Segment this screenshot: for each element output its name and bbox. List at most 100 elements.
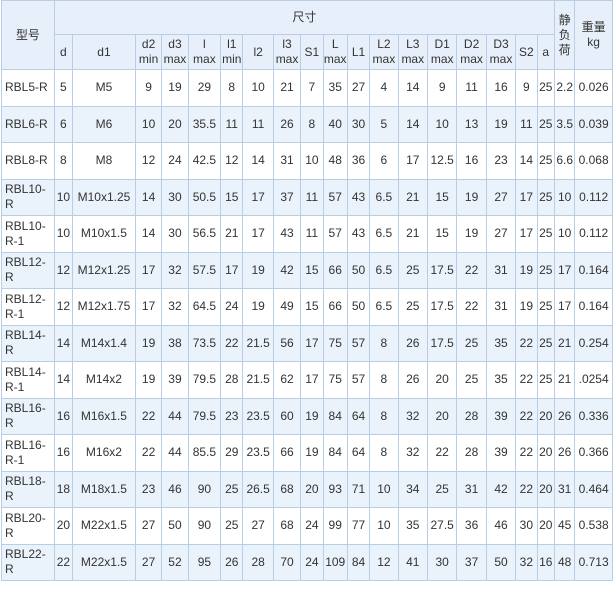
model-cell: RBL20-R bbox=[1, 507, 55, 545]
column-header-symbol: D2 bbox=[463, 37, 480, 51]
table-cell: 22 bbox=[515, 361, 538, 399]
table-cell: 8 bbox=[53, 142, 74, 180]
table-cell: 0.164 bbox=[574, 251, 613, 289]
model-cell: RBL14-R bbox=[1, 324, 55, 362]
table-cell: 22 bbox=[134, 397, 163, 435]
table-cell: 22 bbox=[456, 288, 487, 326]
column-header: L3 max bbox=[397, 34, 428, 70]
table-cell: 10 bbox=[554, 215, 576, 253]
column-header-qualifier: max bbox=[401, 52, 425, 66]
table-cell: 5 bbox=[369, 105, 399, 143]
weight-header-unit: kg bbox=[587, 35, 600, 49]
table-row: RBL16-R 16 M16x1.5 22 44 79.5 23 23.5 60 19 84 64 8 3… bbox=[1, 397, 613, 435]
table-cell: 21.5 bbox=[242, 324, 274, 362]
table-cell: 46 bbox=[161, 470, 189, 508]
table-cell: 57 bbox=[346, 361, 371, 399]
table-cell: 11 bbox=[456, 69, 487, 107]
weight-header: 重量 kg bbox=[574, 0, 613, 70]
table-header: 型号 尺寸 静 负 荷 重量 kg d d1 d2 min d3 max l max l1 min… bbox=[1, 0, 613, 70]
table-cell: 50 bbox=[161, 507, 189, 545]
table-cell: 2.2 bbox=[554, 69, 576, 107]
static-load-header-line: 负 bbox=[558, 27, 571, 42]
column-header: S1 bbox=[300, 34, 324, 70]
table-cell: M16x1.5 bbox=[72, 397, 136, 435]
table-cell: 68 bbox=[272, 470, 302, 508]
table-cell: 22 bbox=[134, 434, 163, 472]
table-cell: 6.5 bbox=[369, 288, 399, 326]
table-cell: 14 bbox=[515, 142, 538, 180]
table-cell: 5 bbox=[53, 69, 74, 107]
table-cell: 21 bbox=[397, 178, 428, 216]
table-cell: 21 bbox=[554, 361, 576, 399]
table-cell: 20 bbox=[536, 470, 556, 508]
table-cell: 21.5 bbox=[242, 361, 274, 399]
table-cell: 25 bbox=[397, 288, 428, 326]
table-cell: 25 bbox=[536, 215, 556, 253]
table-cell: 15 bbox=[300, 251, 324, 289]
table-cell: 25 bbox=[220, 470, 244, 508]
table-cell: 38 bbox=[161, 324, 189, 362]
table-cell: 35 bbox=[322, 69, 348, 107]
table-cell: 11 bbox=[300, 178, 324, 216]
table-cell: 25 bbox=[536, 105, 556, 143]
table-cell: 32 bbox=[161, 288, 189, 326]
header-row-2: d d1 d2 min d3 max l max l1 min l2 l3 max S1 Lmax L1 L2 m… bbox=[2, 34, 613, 70]
table-cell: 85.5 bbox=[187, 434, 222, 472]
table-cell: 64.5 bbox=[187, 288, 222, 326]
table-cell: 21 bbox=[397, 215, 428, 253]
table-cell: 27 bbox=[134, 507, 163, 545]
table-cell: 39 bbox=[161, 361, 189, 399]
table-cell: 30 bbox=[161, 178, 189, 216]
table-row: RBL16-R-1 16 M16x2 22 44 85.5 29 23.5 66 19 84 64 8 3… bbox=[1, 434, 613, 472]
weight-header-label: 重量 bbox=[581, 20, 606, 34]
table-cell: 10 bbox=[134, 105, 163, 143]
model-cell: RBL10-R-1 bbox=[1, 215, 55, 253]
table-cell: .0254 bbox=[574, 361, 613, 399]
table-cell: 17 bbox=[300, 361, 324, 399]
table-cell: 50 bbox=[346, 251, 371, 289]
table-cell: 23 bbox=[485, 142, 517, 180]
column-header-symbol: l2 bbox=[253, 44, 263, 59]
table-cell: 37 bbox=[272, 178, 302, 216]
table-row: RBL8-R 8 M8 12 24 42.5 12 14 31 10 48 36 6 17 12.5 16 23… bbox=[1, 142, 613, 180]
table-cell: 17.5 bbox=[426, 251, 458, 289]
table-cell: 43 bbox=[346, 215, 371, 253]
table-cell: 17 bbox=[397, 142, 428, 180]
model-cell: RBL16-R-1 bbox=[1, 434, 55, 472]
table-cell: 16 bbox=[536, 543, 556, 581]
table-cell: 19 bbox=[456, 178, 487, 216]
column-header-symbol: d2 bbox=[141, 37, 156, 51]
table-cell: 31 bbox=[554, 470, 576, 508]
table-row: RBL12-R-1 12 M12x1.75 17 32 64.5 24 19 49 15 66 50 6… bbox=[1, 288, 613, 326]
model-cell: RBL12-R bbox=[1, 251, 55, 289]
table-cell: 35.5 bbox=[187, 105, 222, 143]
column-header: d3 max bbox=[161, 34, 189, 70]
table-cell: 13 bbox=[456, 105, 487, 143]
table-cell: 20 bbox=[426, 361, 458, 399]
table-cell: 60 bbox=[272, 397, 302, 435]
table-cell: 11 bbox=[300, 215, 324, 253]
table-cell: 50 bbox=[485, 543, 517, 581]
table-cell: 6.5 bbox=[369, 178, 399, 216]
column-header: D2 max bbox=[456, 34, 487, 70]
column-header-symbol: l1 bbox=[227, 37, 237, 51]
table-cell: M5 bbox=[72, 69, 136, 107]
table-cell: 56 bbox=[272, 324, 302, 362]
table-cell: 42 bbox=[272, 251, 302, 289]
table-cell: 37 bbox=[456, 543, 487, 581]
table-cell: 19 bbox=[485, 105, 517, 143]
table-cell: 25 bbox=[536, 361, 556, 399]
table-cell: 22 bbox=[426, 434, 458, 472]
table-cell: 11 bbox=[515, 105, 538, 143]
table-cell: 22 bbox=[220, 324, 244, 362]
table-cell: 20 bbox=[536, 434, 556, 472]
column-header-qualifier: max bbox=[275, 52, 299, 66]
table-cell: 22 bbox=[515, 470, 538, 508]
table-cell: 7 bbox=[300, 69, 324, 107]
table-cell: 15 bbox=[426, 215, 458, 253]
column-header: S2 bbox=[515, 34, 538, 70]
table-cell: 15 bbox=[220, 178, 244, 216]
table-cell: 35 bbox=[485, 324, 517, 362]
table-cell: 109 bbox=[322, 543, 348, 581]
table-cell: 19 bbox=[242, 288, 274, 326]
